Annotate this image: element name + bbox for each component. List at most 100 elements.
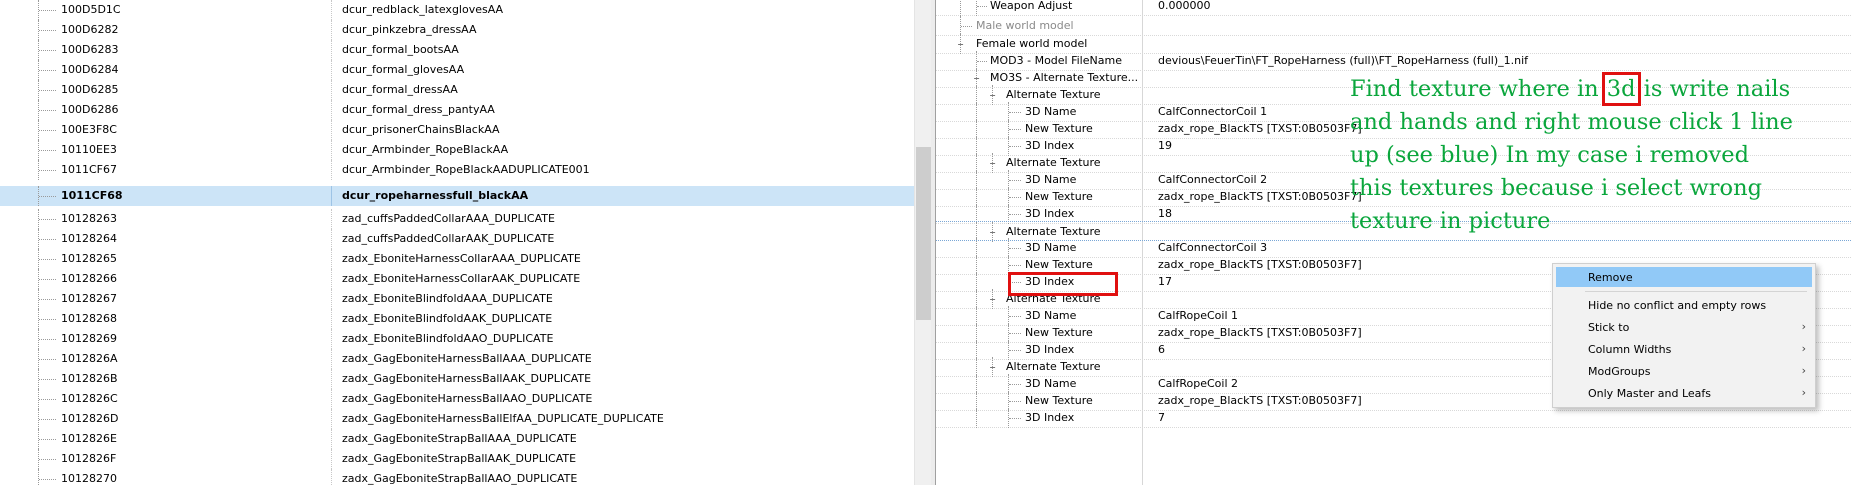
editor-id: dcur_redblack_latexglovesAA (342, 3, 504, 16)
editor-id: dcur_prisonerChainsBlackAA (342, 123, 500, 136)
list-row[interactable]: 1011CF67 dcur_Armbinder_RopeBlackAADUPLI… (0, 160, 914, 180)
list-row[interactable]: 1012826E zadx_GagEboniteStrapBallAAA_DUP… (0, 429, 914, 449)
field-value: zadx_rope_BlackTS [TXST:0B0503F7] (1158, 394, 1362, 407)
editor-id: zadx_EboniteHarnessCollarAAK_DUPLICATE (342, 272, 581, 285)
field-label: Alternate Texture (1006, 225, 1101, 238)
record-field-row[interactable]: Male world model (936, 16, 1852, 36)
field-value: 6 (1158, 343, 1165, 356)
menu-item-hide-no-conflict[interactable]: Hide no conflict and empty rows (1556, 295, 1812, 315)
list-row[interactable]: 10128263 zad_cuffsPaddedCollarAAA_DUPLIC… (0, 209, 914, 229)
form-id: 10128265 (61, 252, 117, 265)
field-label: Alternate Texture (1006, 156, 1101, 169)
list-row[interactable]: 10128267 zadx_EboniteBlindfoldAAA_DUPLIC… (0, 289, 914, 309)
list-row[interactable]: 100D6284 dcur_formal_glovesAA (0, 60, 914, 80)
field-label: Male world model (976, 19, 1074, 32)
list-row[interactable]: 1012826A zadx_GagEboniteHarnessBallAAA_D… (0, 349, 914, 369)
list-row[interactable]: 1012826F zadx_GagEboniteStrapBallAAK_DUP… (0, 449, 914, 469)
field-label: 3D Name (1025, 241, 1077, 254)
field-value: zadx_rope_BlackTS [TXST:0B0503F7] (1158, 258, 1362, 271)
editor-id: zadx_EboniteHarnessCollarAAA_DUPLICATE (342, 252, 581, 265)
form-id: 1011CF67 (61, 163, 117, 176)
field-value: 18 (1158, 207, 1172, 220)
form-id: 10128268 (61, 312, 117, 325)
annotation-line: texture in picture (1350, 208, 1551, 234)
collapse-icon[interactable]: − (988, 91, 997, 100)
collapse-icon[interactable]: − (972, 74, 981, 83)
form-id: 10128263 (61, 212, 117, 225)
editor-id: dcur_formal_dressAA (342, 83, 458, 96)
list-row[interactable]: 100D6285 dcur_formal_dressAA (0, 80, 914, 100)
form-id: 1012826F (61, 452, 117, 465)
menu-item-only-master-and-leafs[interactable]: Only Master and Leafs › (1556, 383, 1812, 403)
list-row[interactable]: 100D5D1C dcur_redblack_latexglovesAA (0, 0, 914, 20)
list-row[interactable]: 10128265 zadx_EboniteHarnessCollarAAA_DU… (0, 249, 914, 269)
form-id: 100D6283 (61, 43, 119, 56)
form-id: 10128267 (61, 292, 117, 305)
field-value: zadx_rope_BlackTS [TXST:0B0503F7] (1158, 326, 1362, 339)
list-row[interactable]: 10128268 zadx_EboniteBlindfoldAAK_DUPLIC… (0, 309, 914, 329)
collapse-icon[interactable]: − (988, 295, 997, 304)
form-id: 1012826E (61, 432, 117, 445)
list-row[interactable]: 10128266 zadx_EboniteHarnessCollarAAK_DU… (0, 269, 914, 289)
list-row[interactable]: 100D6282 dcur_pinkzebra_dressAA (0, 20, 914, 40)
editor-id: dcur_Armbinder_RopeBlackAA (342, 143, 509, 156)
list-scrollbar-thumb[interactable] (916, 147, 931, 320)
record-field-row[interactable]: Weapon Adjust 0.000000 (936, 0, 1852, 16)
editor-id: zadx_GagEboniteHarnessBallAAA_DUPLICATE (342, 352, 592, 365)
form-id: 100E3F8C (61, 123, 117, 136)
field-value: CalfConnectorCoil 2 (1158, 173, 1268, 186)
field-label: MO3S - Alternate Texture... (990, 71, 1139, 84)
form-id: 1012826D (61, 412, 119, 425)
list-row[interactable]: 1012826B zadx_GagEboniteHarnessBallAAK_D… (0, 369, 914, 389)
editor-id: zadx_GagEboniteStrapBallAAA_DUPLICATE (342, 432, 577, 445)
field-label: 3D Name (1025, 105, 1077, 118)
annotation-line: up (see blue) In my case i removed (1350, 142, 1749, 168)
field-label: 3D Name (1025, 173, 1077, 186)
field-label: Alternate Texture (1006, 88, 1101, 101)
list-scrollbar[interactable] (914, 0, 931, 485)
menu-item-column-widths[interactable]: Column Widths › (1556, 339, 1812, 359)
field-label: 3D Index (1025, 139, 1075, 152)
list-row[interactable]: 10128264 zad_cuffsPaddedCollarAAK_DUPLIC… (0, 229, 914, 249)
collapse-icon[interactable]: − (956, 40, 965, 49)
list-row[interactable]: 10128269 zadx_EboniteBlindfoldAAO_DUPLIC… (0, 329, 914, 349)
collapse-icon[interactable]: − (988, 159, 997, 168)
list-row[interactable]: 10128270 zadx_GagEboniteStrapBallAAO_DUP… (0, 469, 914, 485)
field-label: 3D Name (1025, 377, 1077, 390)
menu-item-stick-to[interactable]: Stick to › (1556, 317, 1812, 337)
field-label: Alternate Texture (1006, 360, 1101, 373)
collapse-icon[interactable]: − (988, 228, 997, 237)
submenu-arrow-icon: › (1801, 320, 1806, 333)
editor-id: zadx_GagEboniteStrapBallAAK_DUPLICATE (342, 452, 577, 465)
list-row[interactable]: 100E3F8C dcur_prisonerChainsBlackAA (0, 120, 914, 140)
field-label: 3D Index (1025, 207, 1075, 220)
record-list-pane: 100D5D1C dcur_redblack_latexglovesAA 100… (0, 0, 935, 485)
field-label: Weapon Adjust (990, 0, 1073, 12)
list-row[interactable]: 1012826D zadx_GagEboniteHarnessBallElfAA… (0, 409, 914, 429)
field-label: New Texture (1025, 258, 1093, 271)
list-row[interactable]: 10110EE3 dcur_Armbinder_RopeBlackAA (0, 140, 914, 160)
editor-id: dcur_formal_dress_pantyAA (342, 103, 495, 116)
list-row-selected[interactable]: 1011CF68 dcur_ropeharnessfull_blackAA (0, 186, 914, 206)
form-id: 100D5D1C (61, 3, 121, 16)
menu-item-modgroups[interactable]: ModGroups › (1556, 361, 1812, 381)
form-id: 10128266 (61, 272, 117, 285)
field-value: CalfRopeCoil 1 (1158, 309, 1238, 322)
list-row[interactable]: 100D6286 dcur_formal_dress_pantyAA (0, 100, 914, 120)
list-row[interactable]: 1012826C zadx_GagEboniteHarnessBallAAO_D… (0, 389, 914, 409)
submenu-arrow-icon: › (1801, 342, 1806, 355)
menu-item-remove[interactable]: Remove (1556, 267, 1812, 287)
field-label: Female world model (976, 37, 1088, 50)
form-id: 100D6282 (61, 23, 119, 36)
field-value: CalfRopeCoil 2 (1158, 377, 1238, 390)
form-id: 1012826C (61, 392, 118, 405)
red-highlight-box (1008, 272, 1118, 296)
form-id: 1011CF68 (61, 189, 123, 202)
collapse-icon[interactable]: − (988, 363, 997, 372)
record-field-row[interactable]: 3D Index 7 (936, 408, 1852, 428)
list-row[interactable]: 100D6283 dcur_formal_bootsAA (0, 40, 914, 60)
field-value: CalfConnectorCoil 3 (1158, 241, 1268, 254)
form-id: 1012826A (61, 352, 118, 365)
annotation-keyword: 3d (1601, 72, 1641, 106)
editor-id: zadx_EboniteBlindfoldAAA_DUPLICATE (342, 292, 553, 305)
